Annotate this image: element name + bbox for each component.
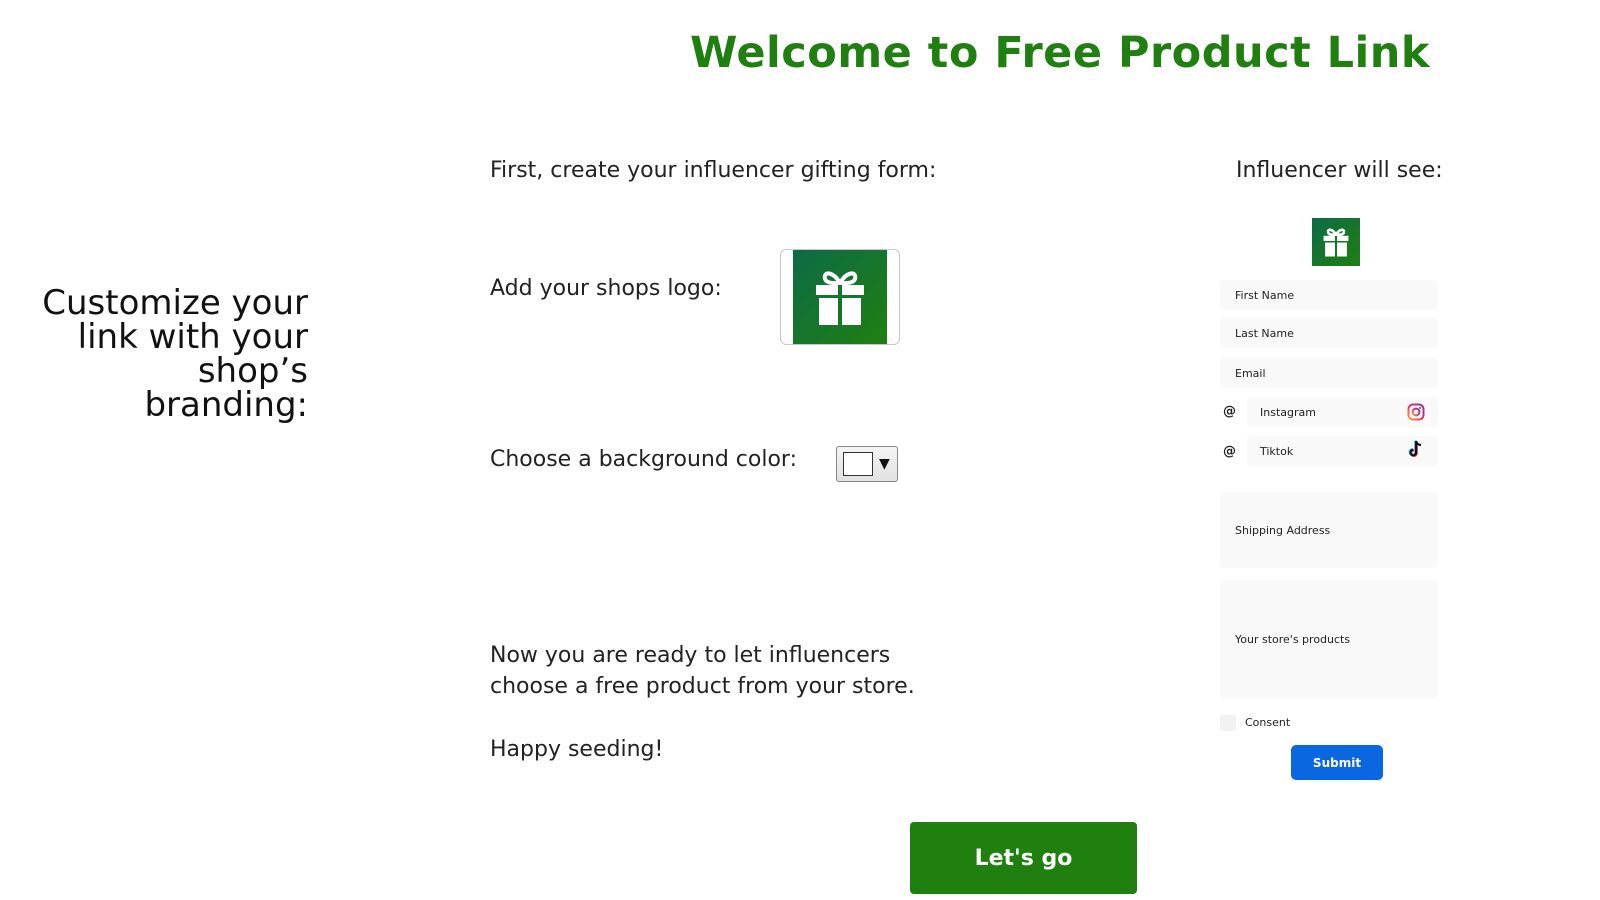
tiktok-icon [1408, 440, 1422, 457]
email-field[interactable]: Email [1220, 358, 1438, 388]
ready-line-1: Now you are ready to let influencers [490, 643, 891, 668]
background-color-picker[interactable]: ▼ [836, 446, 898, 482]
ready-text: Now you are ready to let influencers cho… [490, 640, 915, 702]
consent-label: Consent [1245, 716, 1291, 729]
color-label: Choose a background color: [490, 447, 798, 472]
color-swatch [843, 452, 873, 476]
store-products-field[interactable]: Your store's products [1220, 580, 1438, 698]
preview-title: Influencer will see: [1236, 158, 1443, 183]
products-placeholder: Your store's products [1235, 632, 1351, 646]
shipping-placeholder: Shipping Address [1235, 523, 1331, 537]
submit-button[interactable]: Submit [1291, 745, 1383, 780]
sidebar-heading: Customize your link with your shop’s bra… [42, 283, 308, 425]
page-title: Welcome to Free Product Link [690, 28, 1430, 78]
shop-logo [793, 250, 887, 344]
lets-go-button[interactable]: Let's go [910, 822, 1137, 894]
gift-icon [816, 271, 864, 325]
first-name-placeholder: First Name [1235, 288, 1295, 302]
last-name-placeholder: Last Name [1235, 326, 1294, 340]
logo-label: Add your shops logo: [490, 276, 722, 301]
instagram-icon [1407, 403, 1425, 421]
preview-logo [1312, 218, 1360, 266]
dropdown-caret-icon: ▼ [879, 456, 890, 472]
first-name-field[interactable]: First Name [1220, 280, 1438, 310]
logo-upload[interactable] [780, 249, 900, 345]
consent-checkbox[interactable] [1220, 715, 1236, 731]
email-placeholder: Email [1235, 366, 1266, 380]
intro-text: First, create your influencer gifting fo… [490, 158, 937, 183]
shipping-address-field[interactable]: Shipping Address [1220, 492, 1438, 568]
ready-line-2: choose a free product from your store. [490, 674, 915, 699]
gift-icon [1323, 228, 1349, 257]
at-symbol: @ [1223, 404, 1236, 419]
instagram-placeholder: Instagram [1260, 405, 1316, 419]
last-name-field[interactable]: Last Name [1220, 318, 1438, 348]
closing-text: Happy seeding! [490, 737, 664, 762]
tiktok-placeholder: Tiktok [1260, 444, 1294, 458]
at-symbol: @ [1223, 444, 1236, 459]
